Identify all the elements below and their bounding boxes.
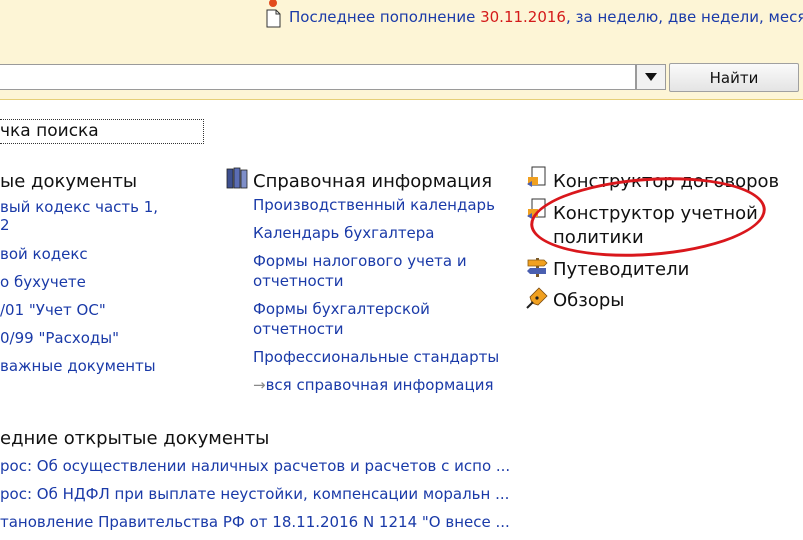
- col2-title[interactable]: Справочная информация: [253, 171, 492, 192]
- search-card-link[interactable]: чка поиска: [0, 119, 204, 144]
- col3-item[interactable]: Путеводители: [553, 259, 689, 280]
- last-update-line: Последнее пополнение 30.11.2016, за неде…: [289, 8, 803, 26]
- col1-title[interactable]: ые документы: [0, 171, 137, 192]
- recent-document-link[interactable]: тановление Правительства РФ от 18.11.201…: [0, 513, 510, 531]
- search-panel: Последнее пополнение 30.11.2016, за неде…: [0, 0, 803, 100]
- col1-item[interactable]: вой кодекс: [0, 243, 88, 265]
- col1-item[interactable]: 0/99 "Расходы": [0, 327, 119, 349]
- books-icon: [226, 167, 248, 189]
- find-button[interactable]: Найти: [669, 63, 799, 92]
- col3-item[interactable]: Конструктор учетной: [553, 203, 758, 224]
- col2-item[interactable]: Формы бухгалтерской: [253, 298, 430, 320]
- col2-item[interactable]: Профессиональные стандарты: [253, 346, 499, 368]
- recent-document-link[interactable]: рос: Об осуществлении наличных расчетов …: [0, 457, 510, 475]
- col2-item[interactable]: Календарь бухгалтера: [253, 222, 435, 244]
- col3-item[interactable]: Конструктор договоров: [553, 171, 779, 192]
- col1-item[interactable]: о бухучете: [0, 271, 86, 293]
- recent-document-link[interactable]: рос: Об НДФЛ при выплате неустойки, комп…: [0, 485, 509, 503]
- chevron-down-icon: [645, 73, 657, 81]
- col1-item[interactable]: 2: [0, 214, 10, 236]
- search-input[interactable]: [0, 64, 636, 90]
- policy-builder-icon: [527, 198, 546, 219]
- col2-item[interactable]: Формы налогового учета и: [253, 250, 467, 272]
- recent-documents-title: едние открытые документы: [0, 428, 270, 449]
- col2-item[interactable]: Производственный календарь: [253, 194, 495, 216]
- col2-all-link[interactable]: →вся справочная информация: [253, 374, 493, 396]
- search-history-dropdown[interactable]: [636, 64, 666, 90]
- last-update-label: Последнее пополнение: [289, 8, 476, 26]
- col1-item[interactable]: важные документы: [0, 355, 156, 377]
- col1-item[interactable]: вый кодекс часть 1,: [0, 196, 158, 218]
- col3-item[interactable]: Обзоры: [553, 290, 625, 311]
- col1-item[interactable]: /01 "Учет ОС": [0, 299, 106, 321]
- document-update-icon: [266, 0, 281, 28]
- col2-item[interactable]: отчетности: [253, 318, 343, 340]
- pen-nib-icon: [526, 287, 548, 309]
- contract-builder-icon: [527, 166, 546, 187]
- last-update-date[interactable]: 30.11.2016: [480, 8, 566, 26]
- last-update-periods[interactable]: , за неделю, две недели, месяц: [566, 8, 803, 26]
- col3-item[interactable]: политики: [553, 227, 644, 248]
- signpost-icon: [527, 258, 548, 277]
- col2-item[interactable]: отчетности: [253, 270, 343, 292]
- col2-all-label: вся справочная информация: [265, 376, 494, 394]
- arrow-right-icon: →: [253, 376, 266, 394]
